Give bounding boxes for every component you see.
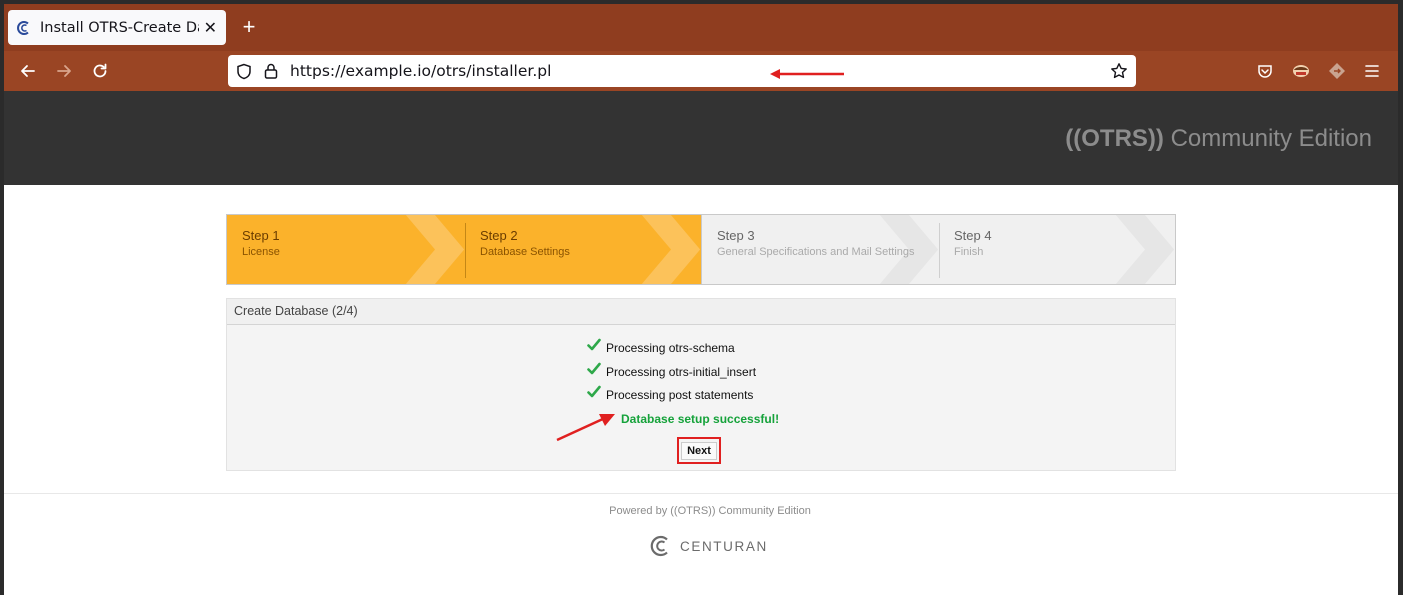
otrs-logo-text: Community Edition: [1170, 125, 1372, 152]
process-item: Processing otrs-schema: [587, 338, 735, 355]
otrs-favicon-icon: [16, 20, 32, 36]
next-button-label[interactable]: Next: [681, 441, 717, 460]
step-separator: [939, 223, 940, 278]
panel-title: Create Database (2/4): [227, 299, 1175, 325]
centuran-brand: CENTURAN: [650, 535, 768, 557]
step-separator: [465, 223, 466, 278]
step-4: Step 4 Finish: [939, 215, 1175, 284]
tab-close-icon[interactable]: ✕: [203, 18, 218, 38]
installer-steps: Step 1 License Step 2 Database Settings …: [226, 214, 1176, 285]
checkmark-icon: [587, 338, 601, 351]
process-item: Processing otrs-initial_insert: [587, 362, 757, 379]
step-3: Step 3 General Specifications and Mail S…: [701, 215, 939, 284]
address-bar[interactable]: https://example.io/otrs/installer.pl: [228, 55, 1136, 87]
process-label: Processing otrs-schema: [606, 341, 735, 355]
step-subtitle: General Specifications and Mail Settings: [717, 246, 915, 258]
centuran-logo-icon: [650, 535, 668, 557]
otrs-header: ((OTRS)) Community Edition: [4, 91, 1398, 185]
forward-arrow-icon[interactable]: [54, 61, 74, 81]
checkmark-icon: [587, 362, 601, 375]
url-text[interactable]: https://example.io/otrs/installer.pl: [290, 62, 551, 80]
process-label: Processing otrs-initial_insert: [606, 365, 757, 379]
process-label: Processing post statements: [606, 388, 754, 402]
menu-hamburger-icon[interactable]: [1362, 61, 1382, 81]
success-message: Database setup successful!: [621, 412, 780, 426]
otrs-logo-mark: ((OTRS)): [1065, 125, 1164, 152]
annotation-arrow-icon: [555, 411, 617, 448]
back-arrow-icon[interactable]: [18, 61, 38, 81]
footer-divider: [4, 493, 1398, 494]
tracking-shield-icon[interactable]: [236, 63, 252, 85]
new-tab-button[interactable]: +: [238, 16, 260, 38]
brand-name: CENTURAN: [680, 538, 768, 554]
reload-icon[interactable]: [90, 61, 110, 81]
step-2: Step 2 Database Settings: [465, 215, 701, 284]
pocket-icon[interactable]: [1255, 61, 1275, 81]
step-subtitle: Database Settings: [480, 246, 570, 258]
extension-diamond-icon[interactable]: [1327, 61, 1347, 81]
step-title: Step 2: [480, 228, 518, 243]
step-title: Step 4: [954, 228, 992, 243]
annotation-arrow-icon: [768, 67, 846, 85]
powered-by-text: Powered by ((OTRS)) Community Edition: [609, 505, 811, 517]
step-subtitle: License: [242, 246, 280, 258]
bookmark-star-icon[interactable]: [1110, 62, 1128, 85]
extension-avatar-icon[interactable]: [1291, 61, 1311, 81]
tab-bar: Install OTRS-Create Datab ✕ +: [4, 4, 1398, 51]
navigation-toolbar: https://example.io/otrs/installer.pl: [4, 51, 1398, 91]
tab-install-otrs[interactable]: Install OTRS-Create Datab ✕: [8, 10, 226, 45]
lock-icon[interactable]: [264, 63, 278, 84]
tab-title: Install OTRS-Create Datab: [40, 19, 199, 36]
process-item: Processing post statements: [587, 385, 754, 402]
step-title: Step 1: [242, 228, 280, 243]
step-subtitle: Finish: [954, 246, 984, 258]
step-title: Step 3: [717, 228, 755, 243]
checkmark-icon: [587, 385, 601, 398]
create-database-panel: Create Database (2/4) Processing otrs-sc…: [226, 298, 1176, 471]
otrs-logo: ((OTRS)) Community Edition: [1065, 125, 1372, 153]
step-1: Step 1 License: [227, 215, 465, 284]
browser-window: Install OTRS-Create Datab ✕ + https://ex…: [4, 4, 1398, 595]
next-button[interactable]: Next: [677, 437, 721, 464]
